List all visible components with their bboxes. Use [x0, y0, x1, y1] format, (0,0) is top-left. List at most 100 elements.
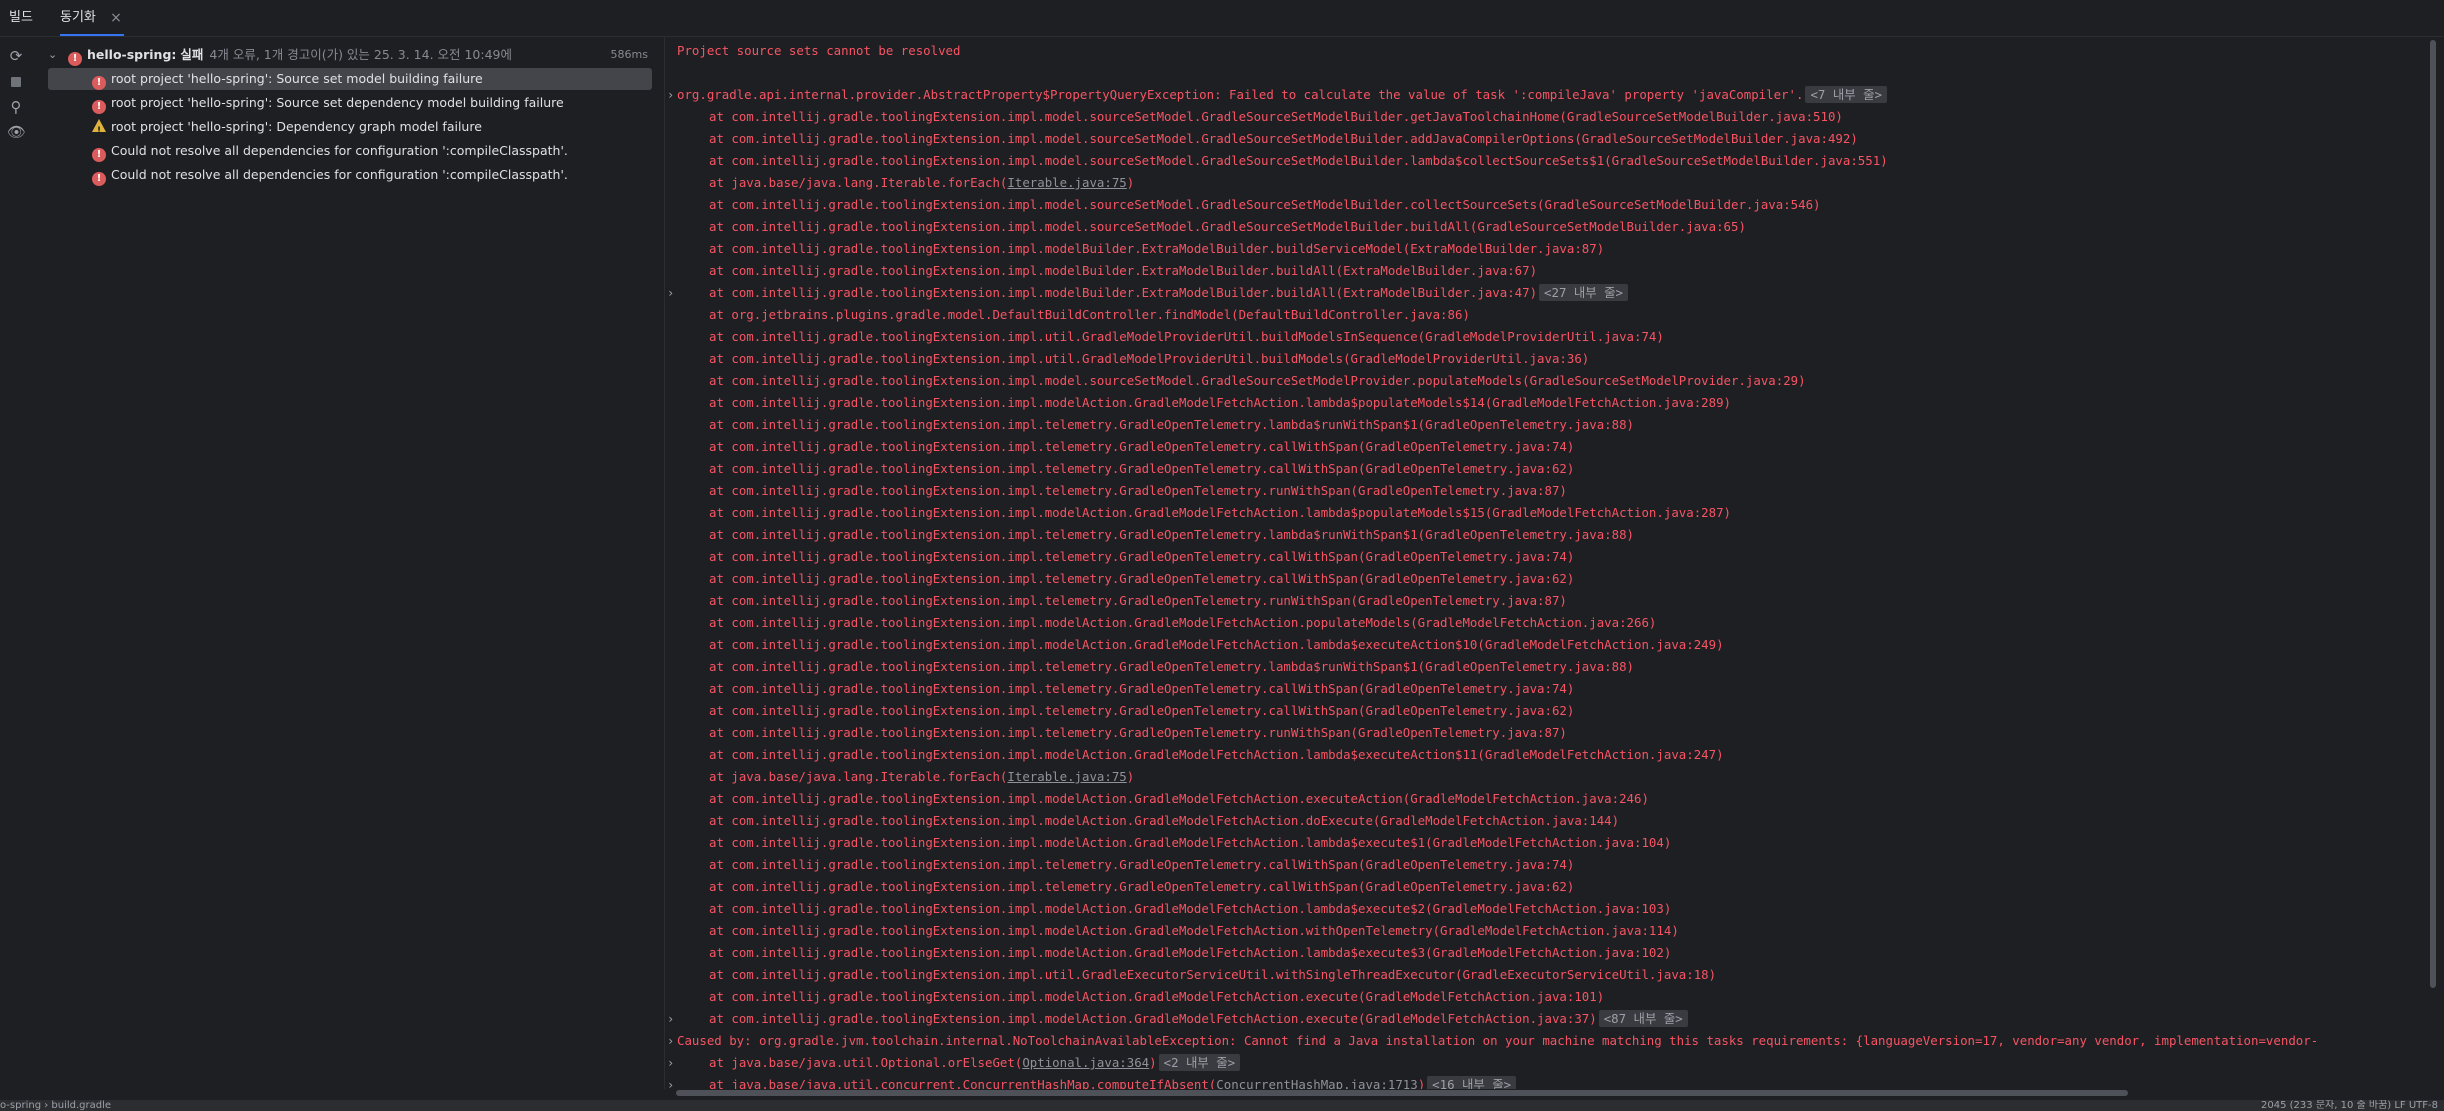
console-line-text: at com.intellij.gradle.toolingExtension.… — [709, 945, 1672, 960]
horizontal-scrollbar[interactable] — [676, 1090, 2128, 1096]
console-line-text: at java.base/java.lang.Iterable.forEach( — [709, 175, 1008, 190]
tree-item[interactable]: ! root project 'hello-spring': Source set… — [48, 92, 652, 114]
console-line-text: at com.intellij.gradle.toolingExtension.… — [709, 791, 1649, 806]
console-line: at java.base/java.lang.Iterable.forEach(… — [709, 767, 1134, 787]
tool-window-tabbar: 빌드 동기화 × — [0, 0, 2444, 37]
console-line: at com.intellij.gradle.toolingExtension.… — [709, 943, 1671, 963]
internal-lines-badge[interactable]: <87 내부 줄> — [1598, 1010, 1688, 1027]
fold-toggle[interactable]: › — [667, 1031, 677, 1051]
console-line: at com.intellij.gradle.toolingExtension.… — [709, 723, 1567, 743]
console-line: at com.intellij.gradle.toolingExtension.… — [709, 393, 1731, 413]
tree-item[interactable]: ! root project 'hello-spring': Dependency… — [48, 116, 652, 138]
console-line-text: at com.intellij.gradle.toolingExtension.… — [709, 637, 1724, 652]
fold-toggle[interactable]: › — [667, 1075, 677, 1089]
console-line: at com.intellij.gradle.toolingExtension.… — [709, 261, 1537, 281]
console-line: at com.intellij.gradle.toolingExtension.… — [709, 283, 1629, 303]
console-line: at java.base/java.lang.Iterable.forEach(… — [709, 173, 1134, 193]
status-breadcrumb: o-spring › build.gradle — [0, 1100, 112, 1111]
console-line: at com.intellij.gradle.toolingExtension.… — [709, 855, 1574, 875]
console-line-text: at com.intellij.gradle.toolingExtension.… — [709, 329, 1664, 344]
console-line-text: at com.intellij.gradle.toolingExtension.… — [709, 571, 1575, 586]
console-line: at com.intellij.gradle.toolingExtension.… — [709, 635, 1724, 655]
console-line: at com.intellij.gradle.toolingExtension.… — [709, 657, 1634, 677]
eye-icon[interactable]: 👁︎ — [7, 123, 26, 141]
tree-item-label: Could not resolve all dependencies for c… — [111, 167, 568, 182]
chevron-down-icon[interactable]: ⌄ — [48, 44, 57, 66]
console-line: at com.intellij.gradle.toolingExtension.… — [709, 591, 1567, 611]
fold-toggle[interactable]: › — [667, 1053, 677, 1073]
fold-toggle[interactable]: › — [667, 85, 677, 105]
tab-build[interactable]: 빌드 — [9, 0, 33, 36]
console-line-text: at java.base/java.util.concurrent.Concur… — [709, 1077, 1217, 1089]
console-line: at com.intellij.gradle.toolingExtension.… — [709, 107, 1843, 127]
console-line: at com.intellij.gradle.toolingExtension.… — [709, 349, 1589, 369]
console-line-text: at com.intellij.gradle.toolingExtension.… — [709, 373, 1806, 388]
internal-lines-badge[interactable]: <7 내부 줄> — [1805, 86, 1887, 103]
console-line-text: ) — [1126, 175, 1135, 190]
console-line: at com.intellij.gradle.toolingExtension.… — [709, 481, 1567, 501]
source-link[interactable]: Iterable.java:75 — [1007, 175, 1126, 190]
source-link[interactable]: Optional.java:364 — [1022, 1055, 1149, 1070]
console-line: at com.intellij.gradle.toolingExtension.… — [709, 745, 1724, 765]
console-line-text: at java.base/java.util.Optional.orElseGe… — [709, 1055, 1023, 1070]
console-line-text: at com.intellij.gradle.toolingExtension.… — [709, 835, 1672, 850]
fold-toggle[interactable]: › — [667, 283, 677, 303]
sync-icon[interactable]: ⟳ — [7, 47, 25, 65]
console-line: at com.intellij.gradle.toolingExtension.… — [709, 371, 1806, 391]
console-line: at com.intellij.gradle.toolingExtension.… — [709, 547, 1574, 567]
console-line: at com.intellij.gradle.toolingExtension.… — [709, 195, 1821, 215]
close-icon[interactable]: × — [110, 0, 122, 36]
error-icon: ! — [92, 172, 106, 186]
console-line-text: at com.intellij.gradle.toolingExtension.… — [709, 263, 1538, 278]
console-line-text: at com.intellij.gradle.toolingExtension.… — [709, 1011, 1597, 1026]
console-line: Project source sets cannot be resolved — [677, 41, 960, 61]
console-line: at com.intellij.gradle.toolingExtension.… — [709, 679, 1574, 699]
console-line: at com.intellij.gradle.toolingExtension.… — [709, 525, 1634, 545]
tree-item[interactable]: ! Could not resolve all dependencies for … — [48, 140, 652, 162]
console-line-text: ) — [1417, 1077, 1426, 1089]
console-line: at com.intellij.gradle.toolingExtension.… — [709, 569, 1574, 589]
source-link[interactable]: ConcurrentHashMap.java:1713 — [1216, 1077, 1417, 1089]
vertical-scrollbar[interactable] — [2430, 40, 2436, 988]
source-link[interactable]: Iterable.java:75 — [1007, 769, 1126, 784]
console-line: org.gradle.api.internal.provider.Abstrac… — [677, 85, 1887, 105]
tab-sync-label: 동기화 — [60, 10, 96, 25]
console-line-text: at com.intellij.gradle.toolingExtension.… — [709, 703, 1575, 718]
error-icon: ! — [68, 52, 82, 66]
console-line: at com.intellij.gradle.toolingExtension.… — [709, 239, 1604, 259]
console-line-text: at com.intellij.gradle.toolingExtension.… — [709, 131, 1858, 146]
console-line: Caused by: org.gradle.jvm.toolchain.inte… — [677, 1031, 2318, 1051]
console-line: at com.intellij.gradle.toolingExtension.… — [709, 503, 1731, 523]
internal-lines-badge[interactable]: <2 내부 줄> — [1158, 1054, 1241, 1071]
root-status: 실패 — [180, 47, 204, 62]
console-line-text: at com.intellij.gradle.toolingExtension.… — [709, 659, 1635, 674]
pin-icon[interactable]: ⚲ — [7, 98, 25, 116]
internal-lines-badge[interactable]: <27 내부 줄> — [1539, 284, 1629, 301]
tree-item[interactable]: ! root project 'hello-spring': Source set… — [48, 68, 652, 90]
stop-icon[interactable] — [7, 73, 25, 91]
console-line-text: at com.intellij.gradle.toolingExtension.… — [709, 285, 1538, 300]
tool-strip: ⟳ ⚲ 👁︎ — [0, 37, 32, 1097]
status-bar: o-spring › build.gradle 2045 (233 문자, 10… — [0, 1100, 2444, 1111]
console-line: at com.intellij.gradle.toolingExtension.… — [709, 921, 1679, 941]
console-output[interactable]: Project source sets cannot be resolved › o… — [664, 37, 2435, 1089]
console-line-text: at com.intellij.gradle.toolingExtension.… — [709, 747, 1724, 762]
warning-icon: ! — [92, 119, 106, 136]
tree-item[interactable]: ! Could not resolve all dependencies for … — [48, 164, 652, 186]
console-line-text: at com.intellij.gradle.toolingExtension.… — [709, 527, 1635, 542]
internal-lines-badge[interactable]: <16 내부 줄> — [1427, 1076, 1517, 1089]
console-line: at com.intellij.gradle.toolingExtension.… — [709, 217, 1746, 237]
console-line-text: at java.base/java.lang.Iterable.forEach( — [709, 769, 1008, 784]
tree-root[interactable]: ⌄ ! hello-spring: 실패 4개 오류, 1개 경고이(가) 있는 2… — [44, 44, 652, 66]
console-line-text: ) — [1149, 1055, 1157, 1070]
tab-sync[interactable]: 동기화 × — [60, 0, 124, 36]
fold-toggle[interactable]: › — [667, 1009, 677, 1029]
console-line: at com.intellij.gradle.toolingExtension.… — [709, 965, 1716, 985]
console-line-text: ) — [1126, 769, 1135, 784]
console-line: at com.intellij.gradle.toolingExtension.… — [709, 789, 1649, 809]
console-line-text: at com.intellij.gradle.toolingExtension.… — [709, 989, 1605, 1004]
console-line: at java.base/java.util.Optional.orElseGe… — [709, 1053, 1241, 1073]
console-line: at com.intellij.gradle.toolingExtension.… — [709, 459, 1574, 479]
console-line-text: at com.intellij.gradle.toolingExtension.… — [709, 725, 1567, 740]
console-line: at com.intellij.gradle.toolingExtension.… — [709, 833, 1671, 853]
